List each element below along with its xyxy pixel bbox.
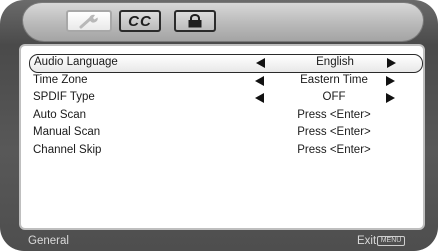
settings-osd: CC Audio Language English Time Zone Eastern… (0, 0, 438, 251)
menu-row-label: Audio Language (34, 56, 118, 68)
menu-row-value: English (316, 56, 354, 68)
tab-setup[interactable] (66, 10, 112, 32)
status-bar: General Exit MENU (0, 232, 438, 251)
arrow-right-icon[interactable] (386, 75, 395, 86)
menu-row-label: Auto Scan (33, 108, 87, 121)
arrow-right-icon[interactable] (387, 58, 396, 68)
arrow-left-icon[interactable] (255, 93, 264, 104)
menu-row[interactable]: Audio Language English (29, 54, 423, 73)
menu-row-value: Press <Enter> (297, 126, 371, 139)
menu-row-label: Channel Skip (33, 144, 102, 156)
cc-icon: CC (128, 12, 152, 30)
menu-row-label: Time Zone (33, 73, 88, 86)
section-title: General (28, 235, 69, 247)
menu-row[interactable]: Manual Scan Press <Enter> (33, 125, 417, 141)
tab-bar: CC (22, 2, 424, 42)
arrow-right-icon[interactable] (386, 93, 395, 104)
menu-key-badge[interactable]: MENU (377, 236, 405, 246)
arrow-left-icon[interactable] (255, 75, 264, 86)
menu-row-value: OFF (322, 91, 346, 104)
menu-row[interactable]: SPDIF Type OFF (33, 90, 417, 106)
wrench-icon (79, 14, 98, 29)
tab-parental-lock[interactable] (174, 10, 216, 32)
menu-row-label: SPDIF Type (33, 91, 95, 104)
menu-row-label: Manual Scan (33, 126, 101, 139)
menu-row[interactable]: Auto Scan Press <Enter> (33, 108, 417, 124)
menu-panel: Audio Language English Time Zone Eastern Ti… (19, 44, 425, 230)
lock-icon (188, 14, 202, 28)
menu-row-value: Press <Enter> (297, 108, 371, 121)
menu-row-value: Press <Enter> (297, 144, 371, 156)
menu-row[interactable]: Channel Skip Press <Enter> (33, 143, 417, 159)
menu-row[interactable]: Time Zone Eastern Time (33, 73, 417, 89)
tab-closed-caption[interactable]: CC (119, 10, 161, 32)
exit-hint: Exit (357, 235, 377, 247)
menu-row-value: Eastern Time (300, 73, 368, 86)
arrow-left-icon[interactable] (256, 58, 265, 68)
